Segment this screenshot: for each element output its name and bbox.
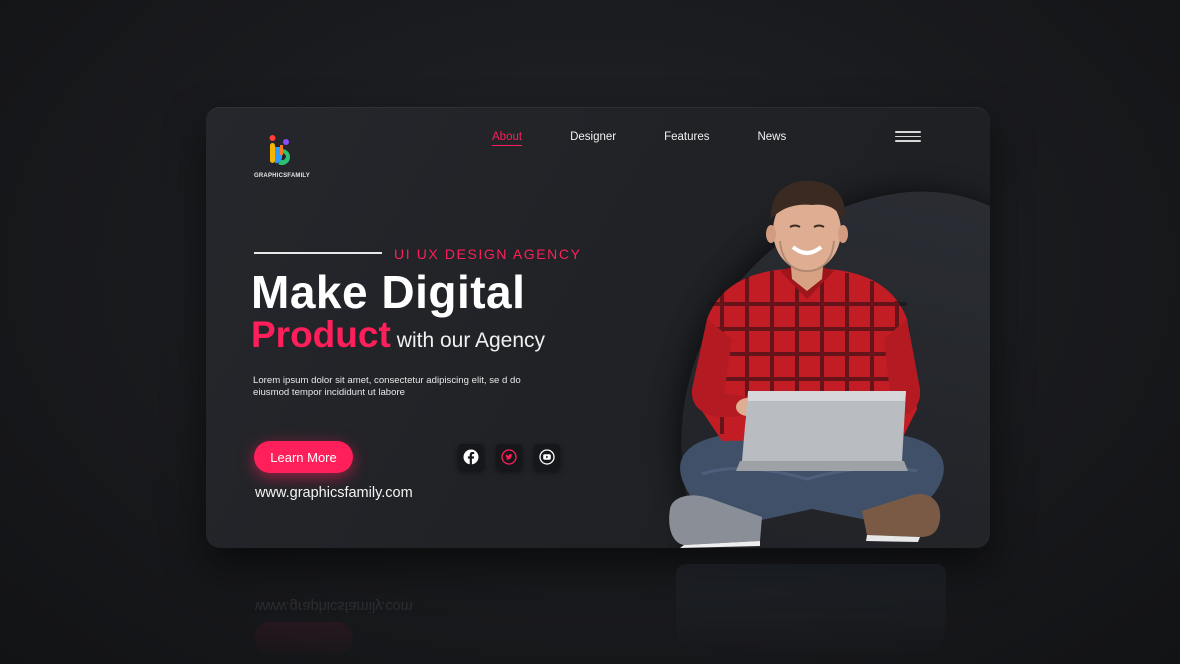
headline-rest: with our Agency <box>396 329 546 352</box>
social-youtube[interactable] <box>534 444 560 470</box>
youtube-icon <box>539 449 555 465</box>
nav-item-news[interactable]: News <box>757 131 786 146</box>
nav-item-about[interactable]: About <box>492 131 523 146</box>
website-url[interactable]: www.graphicsfamily.com <box>255 485 413 501</box>
headline-line-1: Make Digital <box>251 266 526 318</box>
hero-description: Lorem ipsum dolor sit amet, consectetur … <box>253 375 521 398</box>
menu-bar <box>895 131 921 133</box>
headline-accent: Product <box>251 314 391 355</box>
logo-icon <box>269 135 291 166</box>
person-with-laptop-image <box>669 180 944 548</box>
headline-line-2: Product with our Agency <box>251 314 545 356</box>
reflection-person <box>676 564 946 664</box>
twitter-icon <box>501 449 517 465</box>
facebook-icon <box>463 449 479 465</box>
nav-item-features[interactable]: Features <box>664 131 709 146</box>
landing-card: GRAPHICSFAMILY About Designer Features N… <box>206 107 990 548</box>
main-nav: About Designer Features News <box>492 131 834 146</box>
brand-name: GRAPHICSFAMILY <box>254 173 310 179</box>
floor-reflection: www.graphicsfamily.com <box>206 550 990 664</box>
menu-bar <box>895 140 921 142</box>
brand-logo[interactable]: GRAPHICSFAMILY <box>252 131 312 183</box>
social-twitter[interactable] <box>496 444 522 470</box>
nav-item-designer[interactable]: Designer <box>570 131 616 146</box>
tagline: UI UX DESIGN AGENCY <box>394 246 582 262</box>
learn-more-button[interactable]: Learn More <box>254 441 353 473</box>
tagline-divider <box>254 252 382 254</box>
hamburger-icon[interactable] <box>895 131 921 145</box>
social-facebook[interactable] <box>458 444 484 470</box>
menu-bar <box>895 135 921 137</box>
reflection-website-url: www.graphicsfamily.com <box>255 598 413 614</box>
reflection-button <box>254 622 353 654</box>
